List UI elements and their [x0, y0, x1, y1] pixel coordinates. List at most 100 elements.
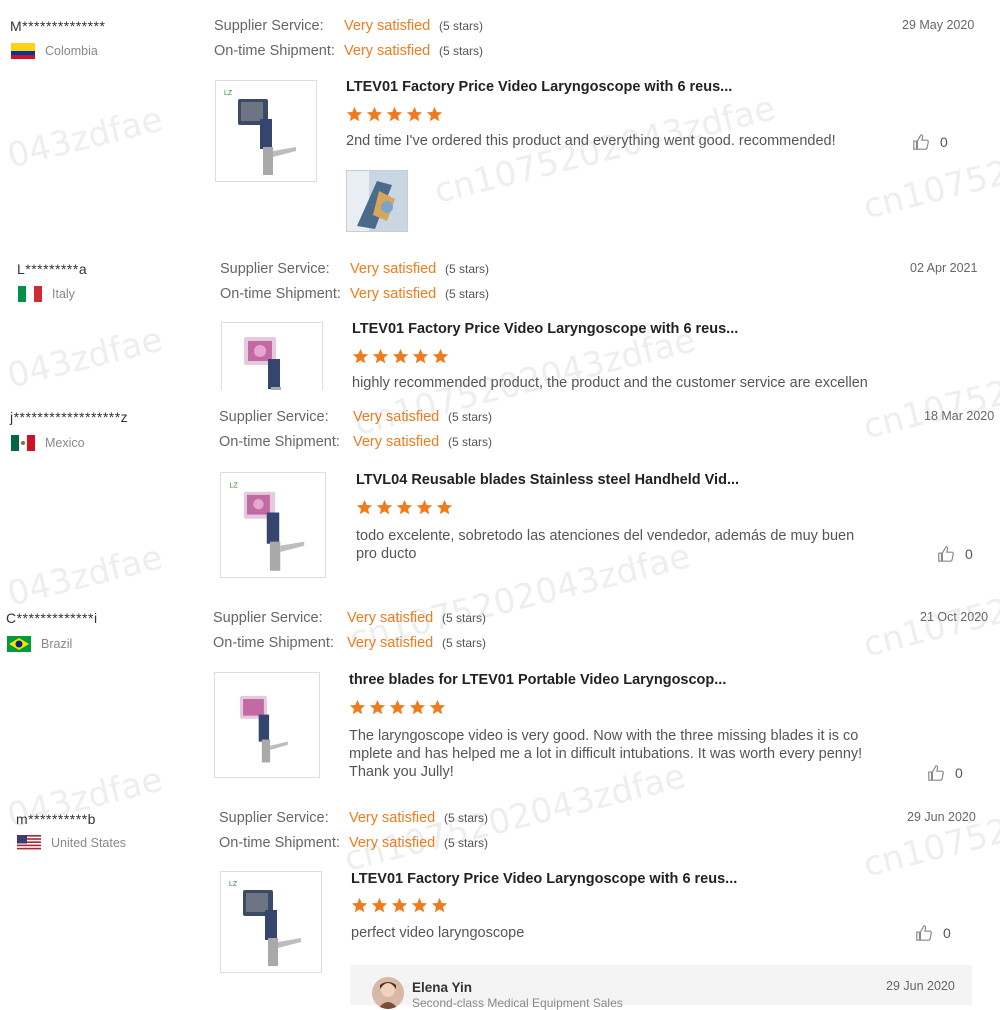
thumbs-up-icon [938, 546, 954, 562]
review-text: perfect video laryngoscope [351, 925, 525, 941]
star-icon [389, 699, 406, 715]
like-button[interactable]: 0 [927, 764, 963, 782]
product-title[interactable]: LTEV01 Factory Price Video Laryngoscope … [352, 321, 738, 337]
brazil-flag-icon [7, 636, 31, 652]
review-date: 21 Oct 2020 [920, 610, 989, 624]
product-title[interactable]: LTEV01 Factory Price Video Laryngoscope … [351, 871, 737, 887]
reviewer-country: Mexico [11, 435, 85, 451]
star-icon [371, 897, 388, 913]
product-thumbnail[interactable]: LZ [220, 472, 326, 578]
review-text: 2nd time I've ordered this product and e… [346, 133, 836, 149]
reply-date: 29 Jun 2020 [886, 979, 955, 993]
shipment-row: On-time Shipment: Very satisfied (5 stars) [220, 286, 489, 302]
review-date: 29 Jun 2020 [907, 810, 976, 824]
reviewer-country: Italy [18, 286, 75, 302]
product-thumbnail[interactable] [214, 672, 320, 778]
shipment-stars: (5 stars) [448, 435, 493, 449]
shipment-rating: Very satisfied [353, 434, 440, 450]
supplier-service-stars: (5 stars) [448, 410, 493, 424]
star-icon [429, 699, 446, 715]
star-icon [426, 106, 443, 122]
review-text: The laryngoscope video is very good. Now… [349, 728, 863, 780]
star-icon [349, 699, 366, 715]
country-label: Mexico [45, 436, 85, 450]
thumbs-up-icon [913, 134, 929, 150]
like-count: 0 [943, 925, 951, 941]
colombia-flag-icon [11, 43, 35, 59]
shipment-stars: (5 stars) [439, 44, 484, 58]
usa-flag-icon [17, 835, 41, 851]
country-label: Brazil [41, 637, 73, 651]
shipment-label: On-time Shipment: [214, 43, 335, 59]
shipment-row: On-time Shipment: Very satisfied (5 stars) [213, 635, 486, 651]
country-label: United States [51, 836, 127, 850]
like-count: 0 [965, 546, 973, 562]
reviewer-name: j******************z [10, 409, 129, 425]
shipment-label: On-time Shipment: [220, 286, 341, 302]
supplier-service-label: Supplier Service: [219, 810, 329, 826]
shipment-row: On-time Shipment: Very satisfied (5 stars) [219, 434, 492, 450]
reviewer-country: Brazil [7, 636, 72, 652]
reviewer-country: United States [17, 835, 126, 851]
shipment-rating: Very satisfied [347, 635, 434, 651]
shipment-stars: (5 stars) [445, 287, 490, 301]
reviewer-name: C*************i [6, 610, 98, 626]
review-card: M************** Colombia Supplier Servic… [0, 0, 1000, 246]
star-icon [369, 699, 386, 715]
country-label: Colombia [45, 44, 98, 58]
product-title[interactable]: three blades for LTEV01 Portable Video L… [349, 672, 726, 688]
shipment-row: On-time Shipment: Very satisfied (5 stars) [214, 43, 483, 59]
supplier-service-row: Supplier Service: Very satisfied (5 stars) [213, 610, 486, 626]
star-icon [376, 499, 393, 515]
star-icon [436, 499, 453, 515]
star-icon [411, 897, 428, 913]
like-count: 0 [940, 134, 948, 150]
reply-author-title: Second-class Medical Equipment Sales [412, 996, 623, 1010]
shipment-stars: (5 stars) [442, 636, 487, 650]
shipment-rating: Very satisfied [349, 835, 436, 851]
product-thumbnail[interactable]: LZ [215, 80, 317, 182]
rating-stars [352, 348, 449, 365]
reviewer-country: Colombia [11, 43, 98, 59]
rating-stars [349, 699, 446, 716]
like-count: 0 [955, 765, 963, 781]
star-icon [416, 499, 433, 515]
supplier-service-row: Supplier Service: Very satisfied (5 stars) [220, 261, 489, 277]
reviewer-name: L*********a [17, 261, 88, 277]
supplier-service-rating: Very satisfied [347, 610, 434, 626]
thumbs-up-icon [928, 765, 944, 781]
star-icon [352, 348, 369, 364]
rating-stars [346, 106, 443, 123]
supplier-service-rating: Very satisfied [349, 810, 436, 826]
star-icon [351, 897, 368, 913]
product-title[interactable]: LTEV01 Factory Price Video Laryngoscope … [346, 79, 732, 95]
star-icon [431, 897, 448, 913]
supplier-service-stars: (5 stars) [439, 19, 484, 33]
review-date: 29 May 2020 [902, 18, 975, 32]
avatar [372, 977, 404, 1009]
supplier-service-stars: (5 stars) [442, 611, 487, 625]
star-icon [356, 499, 373, 515]
supplier-reply: Elena Yin Second-class Medical Equipment… [350, 965, 972, 1010]
reviewer-name: M************** [10, 18, 106, 34]
like-button[interactable]: 0 [912, 133, 948, 151]
mexico-flag-icon [11, 435, 35, 451]
review-photo[interactable] [346, 170, 408, 232]
product-title[interactable]: LTVL04 Reusable blades Stainless steel H… [356, 472, 739, 488]
shipment-rating: Very satisfied [344, 43, 431, 59]
review-card: L*********a Italy Supplier Service: Very … [0, 246, 1000, 390]
reviewer-name: m**********b [16, 811, 96, 827]
star-icon [346, 106, 363, 122]
product-thumbnail[interactable] [221, 322, 323, 390]
shipment-label: On-time Shipment: [219, 434, 340, 450]
shipment-label: On-time Shipment: [213, 635, 334, 651]
review-date: 18 Mar 2020 [924, 409, 995, 423]
like-button[interactable]: 0 [937, 545, 973, 563]
thumbs-up-icon [916, 925, 932, 941]
shipment-rating: Very satisfied [350, 286, 437, 302]
product-thumbnail[interactable]: LZ [220, 871, 322, 973]
like-button[interactable]: 0 [915, 924, 951, 942]
star-icon [366, 106, 383, 122]
supplier-service-row: Supplier Service: Very satisfied (5 stars) [219, 409, 492, 425]
review-card: C*************i Brazil Supplier Service:… [0, 590, 1000, 800]
